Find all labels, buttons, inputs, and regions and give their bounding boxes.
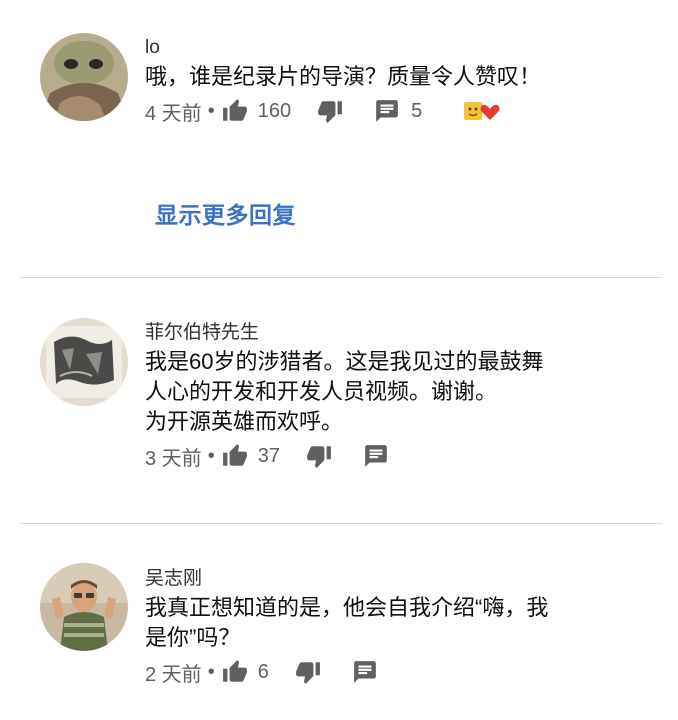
divider xyxy=(20,277,662,278)
separator-dot: • xyxy=(207,99,215,122)
comment-text: 我真正想知道的是，他会自我介绍“嗨，我 是你”吗？ xyxy=(145,595,549,650)
comment-text: 哦，谁是纪录片的导演？质量令人赞叹！ xyxy=(145,64,542,89)
separator-dot: • xyxy=(207,660,215,683)
reply-icon[interactable] xyxy=(373,98,401,124)
comment-actions: 2 天前 • 6 xyxy=(145,657,658,687)
thumbs-down-icon[interactable] xyxy=(293,659,323,685)
avatar-image xyxy=(40,33,128,121)
reply-count: 5 xyxy=(411,99,423,122)
thumbs-up-icon[interactable] xyxy=(220,98,250,124)
divider xyxy=(20,523,662,524)
reply-icon[interactable] xyxy=(362,443,390,469)
comment-actions: 3 天前 • 37 xyxy=(145,441,658,471)
avatar[interactable] xyxy=(40,318,128,406)
comment-author[interactable]: lo xyxy=(145,36,658,60)
creator-heart-icon xyxy=(462,98,500,124)
thumbs-up-icon[interactable] xyxy=(220,443,250,469)
avatar[interactable] xyxy=(40,563,128,651)
separator-dot: • xyxy=(207,444,215,467)
thumbs-up-icon[interactable] xyxy=(220,659,250,685)
comment-time[interactable]: 3 天前 xyxy=(145,442,202,471)
comment-actions: 4 天前 • 160 5 xyxy=(145,96,658,126)
avatar-image xyxy=(40,563,128,651)
comment-author[interactable]: 吴志刚 xyxy=(145,567,658,591)
like-count: 6 xyxy=(257,660,269,683)
comment-author[interactable]: 菲尔伯特先生 xyxy=(145,321,658,345)
comment-text: 我是60岁的涉猎者。这是我见过的最鼓舞 人心的开发和开发人员视频。谢谢。 为开源… xyxy=(145,349,544,434)
thumbs-down-icon[interactable] xyxy=(315,98,345,124)
show-more-replies-button[interactable]: 显示更多回复 xyxy=(155,196,296,230)
like-count: 160 xyxy=(257,99,292,122)
comment-time[interactable]: 2 天前 xyxy=(145,658,202,687)
like-count: 37 xyxy=(257,444,280,467)
reply-icon[interactable] xyxy=(351,659,379,685)
thumbs-down-icon[interactable] xyxy=(304,443,334,469)
comment-time[interactable]: 4 天前 xyxy=(145,97,202,126)
avatar-image xyxy=(40,318,128,406)
avatar[interactable] xyxy=(40,33,128,121)
